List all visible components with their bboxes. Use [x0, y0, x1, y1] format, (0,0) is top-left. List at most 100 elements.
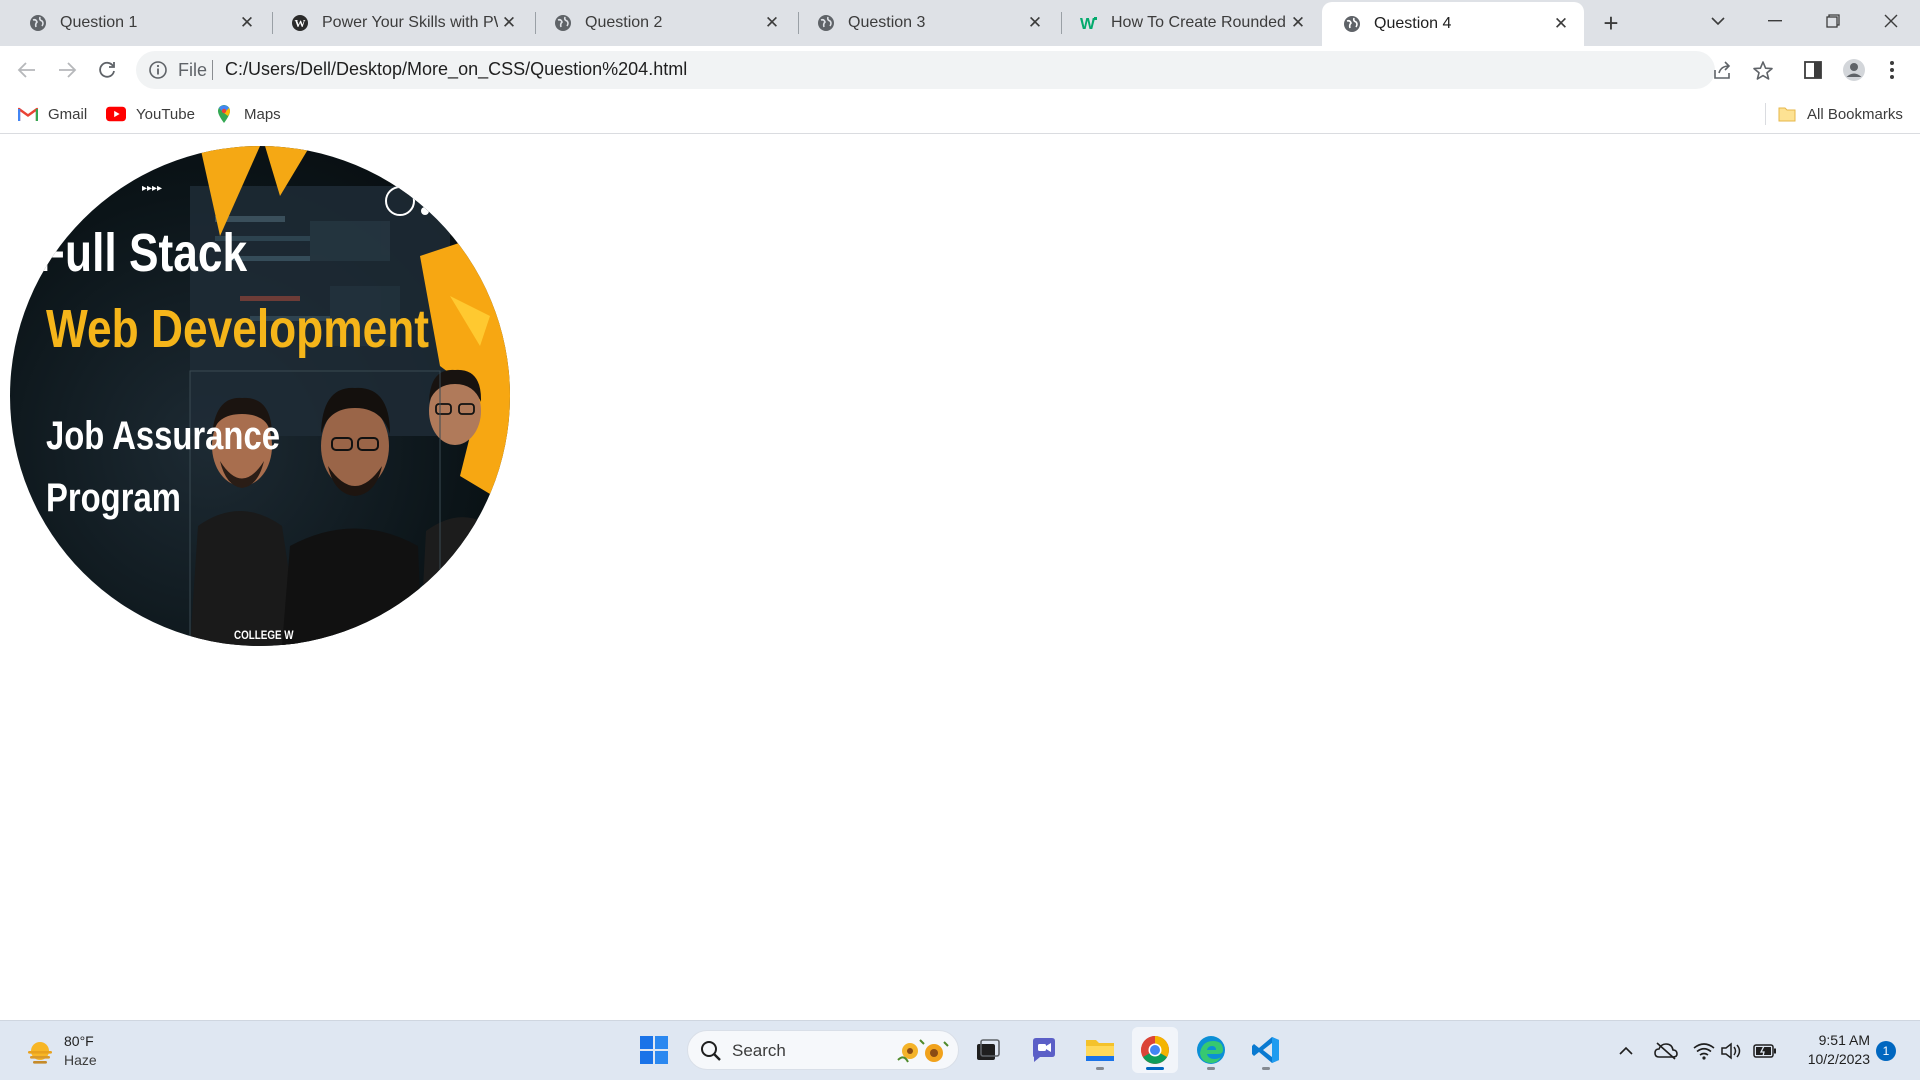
- close-icon[interactable]: ✕: [761, 12, 783, 34]
- running-indicator: [1096, 1067, 1104, 1070]
- banner-footer-text: COLLEGE W: [234, 628, 294, 642]
- bookmark-gmail[interactable]: Gmail: [18, 102, 87, 126]
- system-clock[interactable]: 9:51 AM 10/2/2023: [1790, 1031, 1870, 1069]
- folder-icon: [1777, 104, 1797, 124]
- tab-question-4[interactable]: Question 4 ✕: [1322, 2, 1584, 46]
- info-icon[interactable]: [148, 60, 168, 80]
- tab-title: Power Your Skills with PW Skills: [322, 14, 498, 31]
- onedrive-button[interactable]: [1653, 1038, 1679, 1064]
- close-icon[interactable]: ✕: [236, 12, 258, 34]
- banner-line-2: Web Development: [46, 299, 430, 359]
- svg-text:W: W: [295, 18, 306, 30]
- banner-line-1: Full Stack: [38, 223, 248, 283]
- chrome-button[interactable]: [1132, 1027, 1178, 1073]
- tab-title: Question 4: [1374, 15, 1452, 32]
- restore-icon: [1826, 14, 1840, 28]
- active-indicator: [1146, 1067, 1164, 1070]
- start-button[interactable]: [631, 1027, 677, 1073]
- teams-chat-icon: [1033, 1038, 1055, 1062]
- reload-button[interactable]: [91, 54, 123, 86]
- svg-text:▸▸▸▸: ▸▸▸▸: [142, 183, 162, 194]
- globe-icon: [28, 13, 48, 33]
- task-view-button[interactable]: [965, 1027, 1011, 1073]
- edge-button[interactable]: [1188, 1027, 1234, 1073]
- teams-chat-button[interactable]: [1021, 1027, 1067, 1073]
- profile-button[interactable]: [1840, 56, 1868, 84]
- address-divider: [212, 60, 213, 80]
- back-button[interactable]: [11, 54, 43, 86]
- wifi-icon: [1693, 1043, 1715, 1060]
- w3schools-icon: W: [1079, 13, 1099, 33]
- vscode-button[interactable]: [1243, 1027, 1289, 1073]
- bookmarks-bar: Gmail YouTube Maps All Bookmarks: [0, 94, 1920, 134]
- bookmark-label: YouTube: [136, 105, 195, 123]
- weather-temperature: 80°F: [64, 1033, 94, 1049]
- banner-line-3: Job Assurance: [46, 414, 280, 458]
- scheme-label: File: [178, 60, 208, 80]
- tab-question-2[interactable]: Question 2 ✕: [533, 3, 795, 43]
- reload-icon: [99, 61, 115, 78]
- tab-search-button[interactable]: [1695, 6, 1741, 36]
- running-indicator: [1207, 1067, 1215, 1070]
- volume-button[interactable]: [1719, 1038, 1745, 1064]
- bookmark-youtube[interactable]: YouTube: [106, 102, 195, 126]
- close-icon[interactable]: ✕: [1024, 12, 1046, 34]
- banner-line-4: Program: [46, 476, 181, 520]
- wifi-button[interactable]: [1691, 1038, 1717, 1064]
- side-panel-button[interactable]: [1799, 56, 1827, 84]
- weather-widget[interactable]: 80°F Haze: [22, 1031, 142, 1073]
- minimize-button[interactable]: [1752, 6, 1798, 36]
- all-bookmarks-button[interactable]: All Bookmarks: [1777, 102, 1903, 126]
- new-tab-button[interactable]: +: [1596, 9, 1626, 39]
- bookmark-label: All Bookmarks: [1807, 105, 1903, 123]
- notification-badge[interactable]: 1: [1876, 1041, 1896, 1061]
- tab-question-3[interactable]: Question 3 ✕: [796, 3, 1058, 43]
- minimize-icon: [1768, 20, 1782, 22]
- close-icon[interactable]: ✕: [498, 12, 520, 34]
- star-icon[interactable]: [1751, 59, 1775, 83]
- tab-question-1[interactable]: Question 1 ✕: [8, 3, 270, 43]
- tab-title: Question 2: [585, 14, 663, 31]
- close-icon[interactable]: ✕: [1287, 12, 1309, 34]
- address-bar[interactable]: File C:/Users/Dell/Desktop/More_on_CSS/Q…: [136, 51, 1773, 89]
- chevron-up-icon: [1619, 1046, 1633, 1055]
- tab-strip: Question 1 ✕ W Power Your Skills with PW…: [0, 0, 1920, 46]
- close-window-button[interactable]: [1868, 6, 1914, 36]
- share-icon[interactable]: [1711, 59, 1735, 83]
- bookmark-label: Maps: [244, 105, 281, 123]
- menu-button[interactable]: [1878, 56, 1906, 84]
- maps-pin-icon: [214, 104, 234, 124]
- search-label: Search: [732, 1041, 786, 1060]
- svg-text:W: W: [1080, 16, 1096, 32]
- bookmark-label: Gmail: [48, 105, 88, 123]
- kebab-menu-icon: [1890, 61, 1894, 79]
- haze-sun-icon: [26, 1039, 54, 1067]
- tab-title: Question 1: [60, 14, 138, 31]
- page-content: ▸▸▸▸ Full Stack Web Development Job Assu…: [0, 135, 1920, 1020]
- restore-button[interactable]: [1810, 6, 1856, 36]
- url-text[interactable]: C:/Users/Dell/Desktop/More_on_CSS/Questi…: [225, 59, 687, 80]
- wordpress-icon: W: [290, 13, 310, 33]
- side-panel-icon: [1804, 61, 1822, 79]
- forward-button[interactable]: [51, 54, 83, 86]
- bookmark-maps[interactable]: Maps: [214, 102, 281, 126]
- file-explorer-button[interactable]: [1077, 1027, 1123, 1073]
- speaker-icon: [1721, 1042, 1741, 1060]
- edge-icon: [1197, 1036, 1225, 1064]
- tab-rounded-images[interactable]: W How To Create Rounded Images ✕: [1059, 3, 1321, 43]
- chevron-down-icon: [1711, 17, 1725, 26]
- back-arrow-icon: [17, 62, 35, 78]
- tab-pw-skills[interactable]: W Power Your Skills with PW Skills ✕: [270, 3, 532, 43]
- show-hidden-icons-button[interactable]: [1613, 1038, 1639, 1064]
- close-icon[interactable]: ✕: [1550, 13, 1572, 35]
- taskbar-search[interactable]: Search: [687, 1030, 959, 1070]
- battery-button[interactable]: [1752, 1038, 1778, 1064]
- browser-toolbar: File C:/Users/Dell/Desktop/More_on_CSS/Q…: [0, 46, 1920, 94]
- file-explorer-icon: [1086, 1040, 1114, 1061]
- gmail-icon: [18, 104, 38, 124]
- globe-icon: [816, 13, 836, 33]
- globe-icon: [1342, 14, 1362, 34]
- onedrive-offline-icon: [1654, 1042, 1678, 1060]
- windows-taskbar: 80°F Haze Search 9:51 AM 10/2/2023 1: [0, 1020, 1920, 1080]
- windows-start-icon: [640, 1036, 668, 1064]
